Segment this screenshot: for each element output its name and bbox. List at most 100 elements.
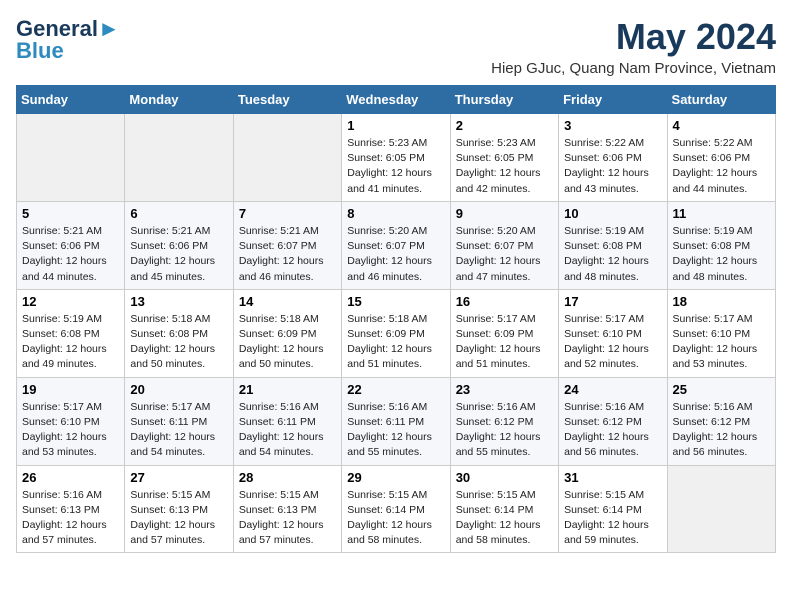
day-info: Sunrise: 5:16 AM Sunset: 6:12 PM Dayligh…	[564, 400, 661, 461]
calendar-cell: 17 Sunrise: 5:17 AM Sunset: 6:10 PM Dayli…	[559, 289, 667, 377]
calendar-table: SundayMondayTuesdayWednesdayThursdayFrid…	[16, 85, 776, 553]
calendar-cell	[125, 114, 233, 202]
day-info: Sunrise: 5:22 AM Sunset: 6:06 PM Dayligh…	[564, 136, 661, 197]
calendar-cell: 18 Sunrise: 5:17 AM Sunset: 6:10 PM Dayli…	[667, 289, 775, 377]
calendar-cell: 21 Sunrise: 5:16 AM Sunset: 6:11 PM Dayli…	[233, 377, 341, 465]
day-number: 21	[239, 382, 336, 397]
day-number: 23	[456, 382, 553, 397]
calendar-week-row: 19 Sunrise: 5:17 AM Sunset: 6:10 PM Dayli…	[17, 377, 776, 465]
calendar-cell: 5 Sunrise: 5:21 AM Sunset: 6:06 PM Daylig…	[17, 201, 125, 289]
day-info: Sunrise: 5:23 AM Sunset: 6:05 PM Dayligh…	[347, 136, 444, 197]
calendar-cell: 29 Sunrise: 5:15 AM Sunset: 6:14 PM Dayli…	[342, 465, 450, 553]
day-number: 2	[456, 118, 553, 133]
calendar-cell: 25 Sunrise: 5:16 AM Sunset: 6:12 PM Dayli…	[667, 377, 775, 465]
day-number: 16	[456, 294, 553, 309]
day-info: Sunrise: 5:16 AM Sunset: 6:13 PM Dayligh…	[22, 488, 119, 549]
column-header-saturday: Saturday	[667, 86, 775, 114]
day-info: Sunrise: 5:15 AM Sunset: 6:14 PM Dayligh…	[564, 488, 661, 549]
day-number: 25	[673, 382, 770, 397]
calendar-cell: 14 Sunrise: 5:18 AM Sunset: 6:09 PM Dayli…	[233, 289, 341, 377]
day-number: 28	[239, 470, 336, 485]
day-number: 9	[456, 206, 553, 221]
day-info: Sunrise: 5:19 AM Sunset: 6:08 PM Dayligh…	[564, 224, 661, 285]
column-header-wednesday: Wednesday	[342, 86, 450, 114]
calendar-cell: 1 Sunrise: 5:23 AM Sunset: 6:05 PM Daylig…	[342, 114, 450, 202]
day-info: Sunrise: 5:18 AM Sunset: 6:09 PM Dayligh…	[347, 312, 444, 373]
calendar-week-row: 1 Sunrise: 5:23 AM Sunset: 6:05 PM Daylig…	[17, 114, 776, 202]
logo-blue: Blue	[16, 38, 64, 64]
day-info: Sunrise: 5:20 AM Sunset: 6:07 PM Dayligh…	[347, 224, 444, 285]
day-info: Sunrise: 5:19 AM Sunset: 6:08 PM Dayligh…	[673, 224, 770, 285]
day-info: Sunrise: 5:16 AM Sunset: 6:12 PM Dayligh…	[673, 400, 770, 461]
page-header: General► Blue May 2024 Hiep GJuc, Quang …	[16, 16, 776, 77]
calendar-cell: 3 Sunrise: 5:22 AM Sunset: 6:06 PM Daylig…	[559, 114, 667, 202]
calendar-cell: 31 Sunrise: 5:15 AM Sunset: 6:14 PM Dayli…	[559, 465, 667, 553]
day-info: Sunrise: 5:17 AM Sunset: 6:09 PM Dayligh…	[456, 312, 553, 373]
day-info: Sunrise: 5:18 AM Sunset: 6:08 PM Dayligh…	[130, 312, 227, 373]
day-info: Sunrise: 5:16 AM Sunset: 6:11 PM Dayligh…	[347, 400, 444, 461]
calendar-cell: 24Sunrise: 5:16 AM Sunset: 6:12 PM Dayli…	[559, 377, 667, 465]
day-info: Sunrise: 5:18 AM Sunset: 6:09 PM Dayligh…	[239, 312, 336, 373]
calendar-cell: 12 Sunrise: 5:19 AM Sunset: 6:08 PM Dayli…	[17, 289, 125, 377]
day-number: 8	[347, 206, 444, 221]
day-number: 1	[347, 118, 444, 133]
day-number: 22	[347, 382, 444, 397]
day-number: 7	[239, 206, 336, 221]
day-number: 13	[130, 294, 227, 309]
column-header-friday: Friday	[559, 86, 667, 114]
calendar-cell	[233, 114, 341, 202]
month-year-title: May 2024	[491, 16, 776, 58]
calendar-week-row: 26 Sunrise: 5:16 AM Sunset: 6:13 PM Dayli…	[17, 465, 776, 553]
day-info: Sunrise: 5:15 AM Sunset: 6:13 PM Dayligh…	[130, 488, 227, 549]
day-number: 10	[564, 206, 661, 221]
column-header-thursday: Thursday	[450, 86, 558, 114]
day-info: Sunrise: 5:17 AM Sunset: 6:10 PM Dayligh…	[22, 400, 119, 461]
day-info: Sunrise: 5:16 AM Sunset: 6:12 PM Dayligh…	[456, 400, 553, 461]
day-number: 5	[22, 206, 119, 221]
column-header-sunday: Sunday	[17, 86, 125, 114]
calendar-cell: 20 Sunrise: 5:17 AM Sunset: 6:11 PM Dayli…	[125, 377, 233, 465]
day-info: Sunrise: 5:19 AM Sunset: 6:08 PM Dayligh…	[22, 312, 119, 373]
day-info: Sunrise: 5:17 AM Sunset: 6:11 PM Dayligh…	[130, 400, 227, 461]
calendar-cell: 19 Sunrise: 5:17 AM Sunset: 6:10 PM Dayli…	[17, 377, 125, 465]
day-info: Sunrise: 5:21 AM Sunset: 6:06 PM Dayligh…	[22, 224, 119, 285]
day-number: 20	[130, 382, 227, 397]
calendar-cell: 15 Sunrise: 5:18 AM Sunset: 6:09 PM Dayli…	[342, 289, 450, 377]
day-info: Sunrise: 5:21 AM Sunset: 6:06 PM Dayligh…	[130, 224, 227, 285]
day-info: Sunrise: 5:15 AM Sunset: 6:13 PM Dayligh…	[239, 488, 336, 549]
day-number: 30	[456, 470, 553, 485]
day-number: 26	[22, 470, 119, 485]
logo: General► Blue	[16, 16, 120, 64]
column-header-monday: Monday	[125, 86, 233, 114]
day-number: 31	[564, 470, 661, 485]
day-info: Sunrise: 5:22 AM Sunset: 6:06 PM Dayligh…	[673, 136, 770, 197]
day-number: 15	[347, 294, 444, 309]
calendar-cell: 28 Sunrise: 5:15 AM Sunset: 6:13 PM Dayli…	[233, 465, 341, 553]
day-number: 17	[564, 294, 661, 309]
day-number: 3	[564, 118, 661, 133]
calendar-week-row: 5 Sunrise: 5:21 AM Sunset: 6:06 PM Daylig…	[17, 201, 776, 289]
calendar-cell: 23 Sunrise: 5:16 AM Sunset: 6:12 PM Dayli…	[450, 377, 558, 465]
day-number: 14	[239, 294, 336, 309]
day-info: Sunrise: 5:17 AM Sunset: 6:10 PM Dayligh…	[673, 312, 770, 373]
day-info: Sunrise: 5:15 AM Sunset: 6:14 PM Dayligh…	[347, 488, 444, 549]
location-text: Hiep GJuc, Quang Nam Province, Vietnam	[491, 60, 776, 77]
calendar-cell: 10 Sunrise: 5:19 AM Sunset: 6:08 PM Dayli…	[559, 201, 667, 289]
calendar-cell: 7 Sunrise: 5:21 AM Sunset: 6:07 PM Daylig…	[233, 201, 341, 289]
day-number: 12	[22, 294, 119, 309]
day-number: 27	[130, 470, 227, 485]
day-info: Sunrise: 5:17 AM Sunset: 6:10 PM Dayligh…	[564, 312, 661, 373]
calendar-cell: 30Sunrise: 5:15 AM Sunset: 6:14 PM Dayli…	[450, 465, 558, 553]
calendar-week-row: 12 Sunrise: 5:19 AM Sunset: 6:08 PM Dayli…	[17, 289, 776, 377]
calendar-cell: 16 Sunrise: 5:17 AM Sunset: 6:09 PM Dayli…	[450, 289, 558, 377]
calendar-cell: 4Sunrise: 5:22 AM Sunset: 6:06 PM Daylig…	[667, 114, 775, 202]
calendar-header-row: SundayMondayTuesdayWednesdayThursdayFrid…	[17, 86, 776, 114]
day-number: 19	[22, 382, 119, 397]
day-number: 18	[673, 294, 770, 309]
day-number: 29	[347, 470, 444, 485]
day-info: Sunrise: 5:23 AM Sunset: 6:05 PM Dayligh…	[456, 136, 553, 197]
day-number: 11	[673, 206, 770, 221]
day-info: Sunrise: 5:21 AM Sunset: 6:07 PM Dayligh…	[239, 224, 336, 285]
title-block: May 2024 Hiep GJuc, Quang Nam Province, …	[491, 16, 776, 77]
day-info: Sunrise: 5:16 AM Sunset: 6:11 PM Dayligh…	[239, 400, 336, 461]
